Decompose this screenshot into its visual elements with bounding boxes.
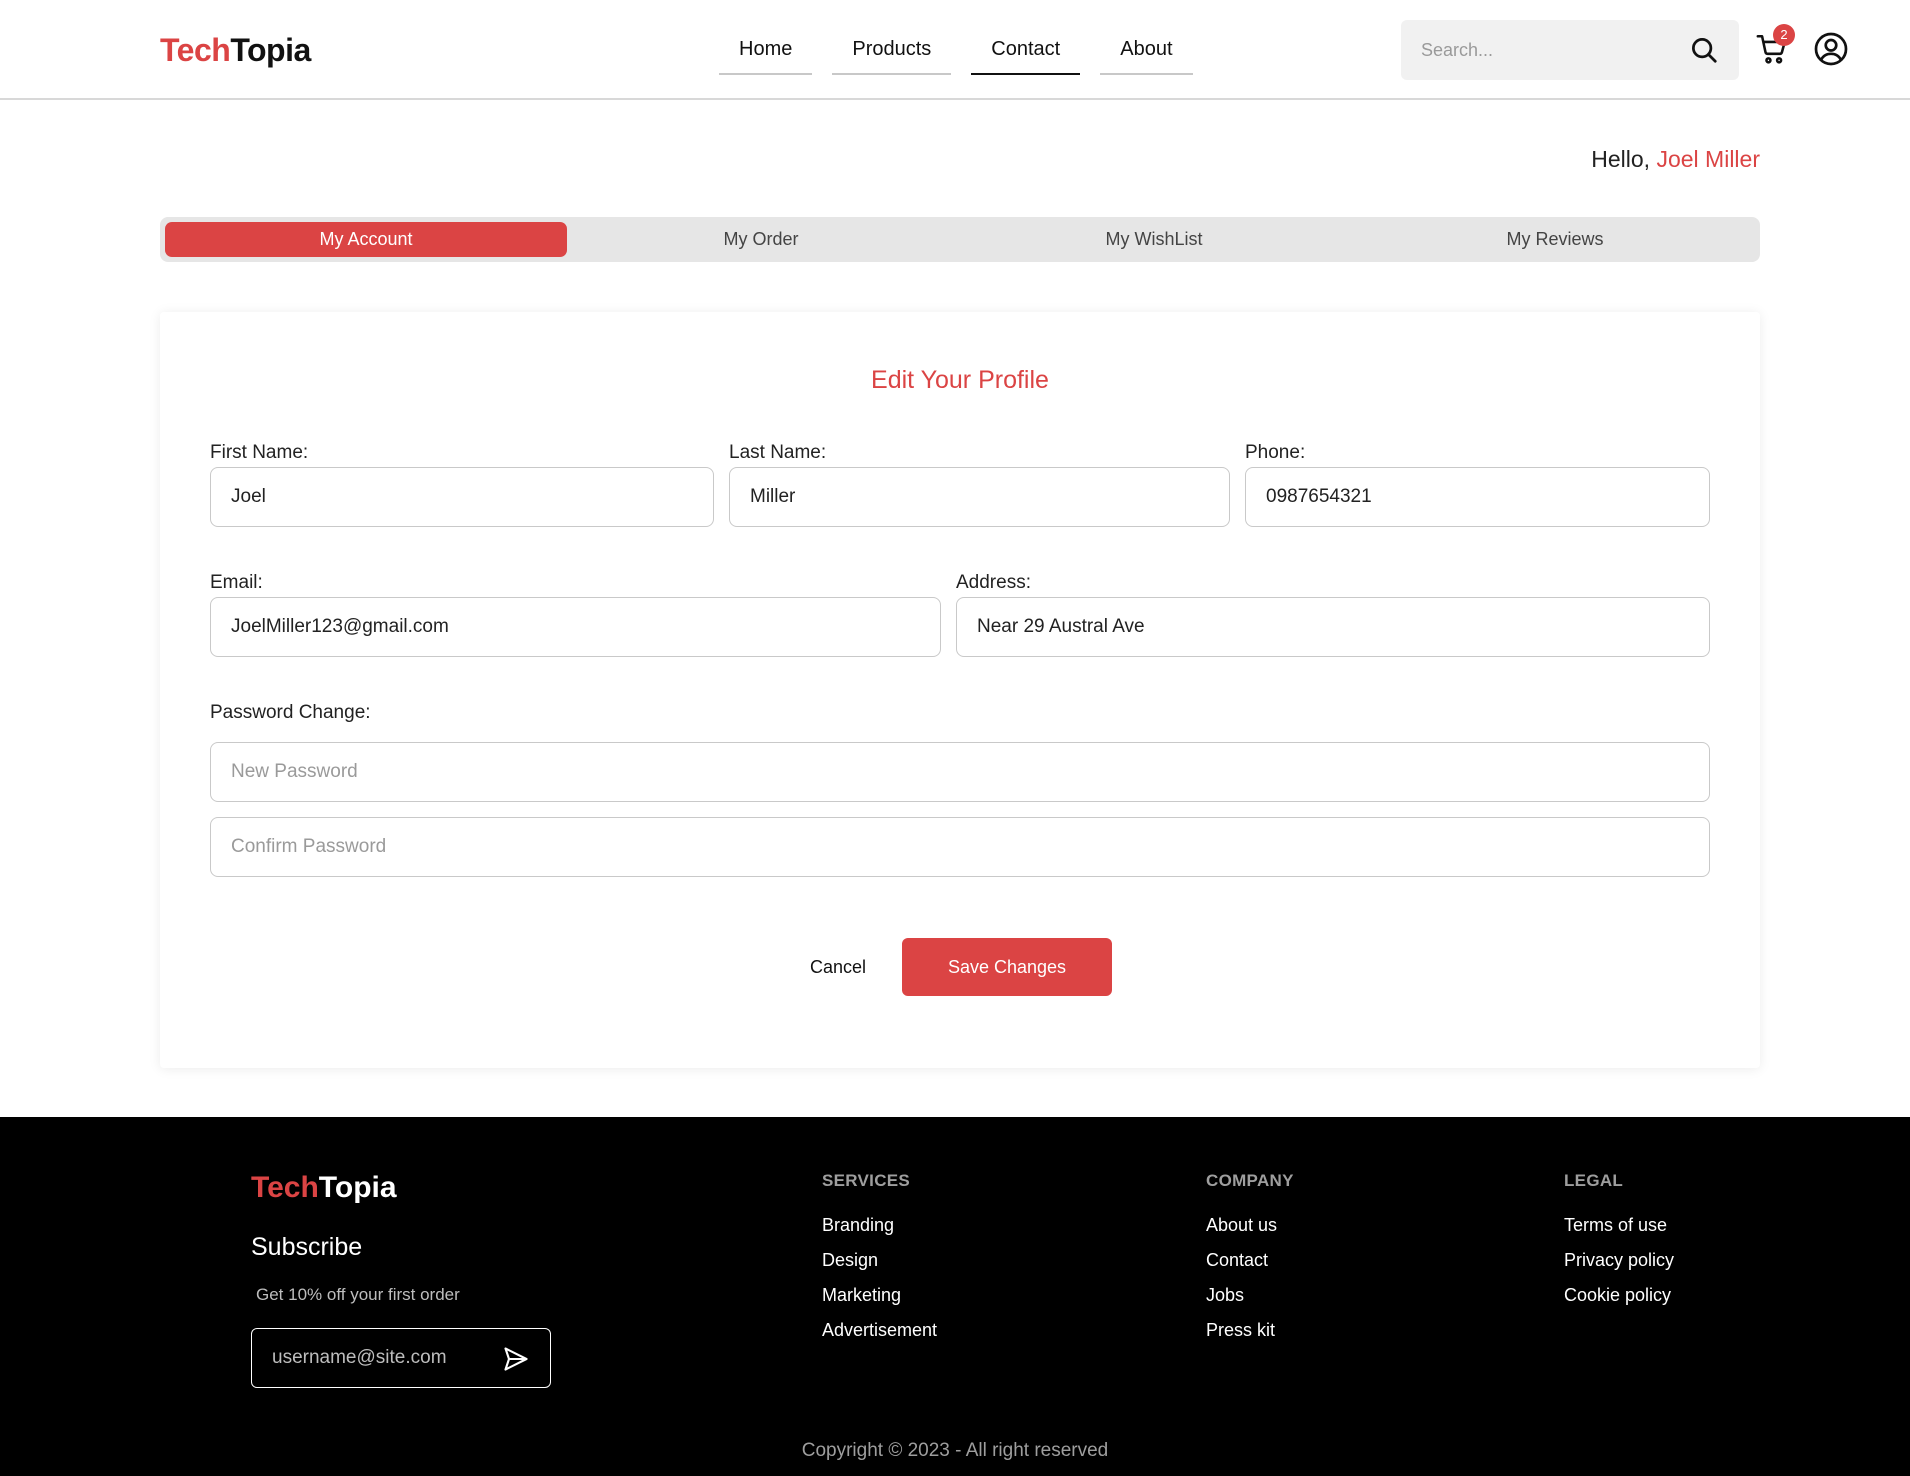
- phone-label: Phone:: [1245, 442, 1306, 463]
- nav-home[interactable]: Home: [719, 38, 813, 75]
- brand-logo-part1: Tech: [160, 32, 231, 68]
- tab-my-account[interactable]: My Account: [165, 222, 567, 257]
- footer-link-contact[interactable]: Contact: [1206, 1250, 1268, 1271]
- footer-link-privacy[interactable]: Privacy policy: [1564, 1250, 1674, 1271]
- footer-link-advertisement[interactable]: Advertisement: [822, 1320, 937, 1341]
- nav-contact[interactable]: Contact: [971, 38, 1081, 75]
- nav-products[interactable]: Products: [832, 38, 952, 75]
- address-label: Address:: [956, 572, 1031, 593]
- first-name-label: First Name:: [210, 442, 309, 463]
- card-title: Edit Your Profile: [871, 366, 1049, 394]
- search-input[interactable]: [1421, 20, 1681, 80]
- confirm-password-field[interactable]: [210, 817, 1710, 877]
- address-field[interactable]: [956, 597, 1710, 657]
- footer-link-branding[interactable]: Branding: [822, 1215, 894, 1236]
- last-name-field[interactable]: [729, 467, 1230, 527]
- subscribe-email-input[interactable]: [272, 1329, 492, 1387]
- greeting-user-name: Joel Miller: [1656, 146, 1760, 172]
- new-password-field[interactable]: [210, 742, 1710, 802]
- footer-brand-logo[interactable]: TechTopia: [251, 1171, 397, 1205]
- site-footer: TechTopia Subscribe Get 10% off your fir…: [0, 1117, 1910, 1476]
- footer-company-title: COMPANY: [1206, 1171, 1294, 1190]
- footer-legal-title: LEGAL: [1564, 1171, 1624, 1190]
- send-icon[interactable]: [502, 1345, 530, 1373]
- first-name-field[interactable]: [210, 467, 714, 527]
- cart-count-badge: 2: [1773, 24, 1795, 46]
- user-circle-icon[interactable]: [1813, 31, 1849, 67]
- footer-link-press-kit[interactable]: Press kit: [1206, 1320, 1275, 1341]
- password-change-label: Password Change:: [210, 702, 371, 723]
- tab-my-order[interactable]: My Order: [560, 222, 962, 257]
- nav-about[interactable]: About: [1100, 38, 1193, 75]
- copyright-text: Copyright © 2023 - All right reserved: [801, 1440, 1109, 1461]
- subscribe-title: Subscribe: [251, 1233, 363, 1261]
- footer-services-title: SERVICES: [822, 1171, 911, 1190]
- footer-link-marketing[interactable]: Marketing: [822, 1285, 901, 1306]
- email-field[interactable]: [210, 597, 941, 657]
- subscribe-offer: Get 10% off your first order: [256, 1285, 460, 1304]
- brand-logo[interactable]: TechTopia: [160, 32, 311, 69]
- last-name-label: Last Name:: [729, 442, 827, 463]
- site-header: TechTopia Home Products Contact About 2: [0, 0, 1910, 100]
- cancel-button[interactable]: Cancel: [810, 938, 866, 996]
- footer-brand-part2: Topia: [318, 1171, 397, 1204]
- phone-field[interactable]: [1245, 467, 1710, 527]
- footer-link-cookie[interactable]: Cookie policy: [1564, 1285, 1671, 1306]
- tab-my-reviews[interactable]: My Reviews: [1354, 222, 1756, 257]
- footer-link-about-us[interactable]: About us: [1206, 1215, 1277, 1236]
- save-changes-button[interactable]: Save Changes: [902, 938, 1112, 996]
- brand-logo-part2: Topia: [230, 32, 311, 68]
- account-tabs: My Account My Order My WishList My Revie…: [160, 217, 1760, 262]
- footer-link-design[interactable]: Design: [822, 1250, 878, 1271]
- footer-link-jobs[interactable]: Jobs: [1206, 1285, 1244, 1306]
- tab-my-wishlist[interactable]: My WishList: [953, 222, 1355, 257]
- footer-brand-part1: Tech: [251, 1171, 319, 1204]
- search-box: [1401, 20, 1739, 80]
- footer-link-terms[interactable]: Terms of use: [1564, 1215, 1667, 1236]
- user-greeting: Hello, Joel Miller: [1591, 146, 1760, 173]
- subscribe-form: [251, 1328, 551, 1388]
- edit-profile-card: Edit Your Profile First Name: Last Name:…: [160, 312, 1760, 1068]
- greeting-prefix: Hello,: [1591, 146, 1657, 172]
- main-nav: Home Products Contact About: [719, 38, 1213, 75]
- email-label: Email:: [210, 572, 263, 593]
- search-icon[interactable]: [1689, 35, 1719, 65]
